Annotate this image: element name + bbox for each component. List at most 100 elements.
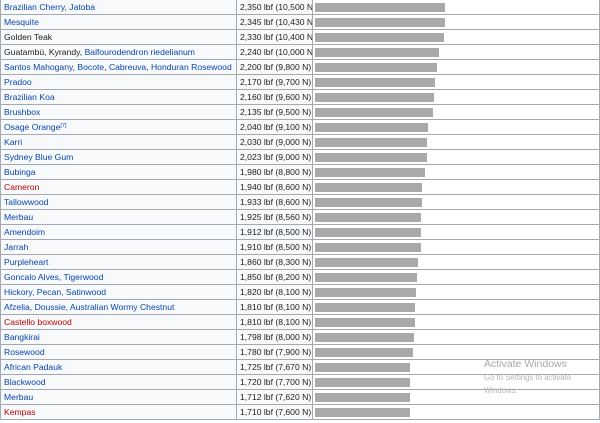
hardness-bar-cell [312, 104, 600, 120]
wood-name-link[interactable]: Afzelia, Doussie, Australian Wormy Chest… [4, 302, 174, 312]
hardness-bar-cell [312, 254, 600, 270]
wood-name-link[interactable]: Pradoo [4, 77, 32, 87]
wood-name-link[interactable]: Mesquite [4, 17, 39, 27]
hardness-bar-cell [312, 134, 600, 150]
hardness-bar-cell [312, 0, 600, 15]
wood-name-cell: Kempas [0, 404, 237, 420]
hardness-bar [315, 18, 445, 27]
hardness-value-cell: 2,330 lbf (10,400 N) [236, 29, 313, 45]
wood-name-link[interactable]: Jarrah [4, 242, 28, 252]
wood-name-cell: Merbau [0, 209, 237, 225]
wood-name-link[interactable]: Bubinga [4, 167, 36, 177]
wood-name-link[interactable]: Karri [4, 137, 22, 147]
hardness-value-cell: 1,780 lbf (7,900 N) [236, 344, 313, 360]
wood-name-cell: Osage Orange[7] [0, 119, 237, 135]
table-row: Santos Mahogany, Bocote, Cabreuva, Hondu… [0, 59, 600, 75]
hardness-bar [315, 93, 434, 102]
hardness-bar-cell [312, 239, 600, 255]
hardness-bar [315, 168, 425, 177]
wood-name-cell: Pradoo [0, 74, 237, 90]
hardness-value-cell: 1,980 lbf (8,800 N) [236, 164, 313, 180]
wood-name-link[interactable]: Castello boxwood [4, 317, 72, 327]
hardness-value-cell: 2,240 lbf (10,000 N) [236, 44, 313, 60]
hardness-bar-cell [312, 374, 600, 390]
wood-name-cell: Brazilian Cherry, Jatoba [0, 0, 237, 15]
wood-name-link[interactable]: Kempas [4, 407, 36, 417]
hardness-value-cell: 1,925 lbf (8,560 N) [236, 209, 313, 225]
wood-name-cell: Afzelia, Doussie, Australian Wormy Chest… [0, 299, 237, 315]
wood-name-text: Guatambú, Kyrandy, [4, 47, 85, 57]
table-row: Karri 2,030 lbf (9,000 N) [0, 134, 600, 150]
hardness-bar [315, 378, 410, 387]
hardness-value-cell: 2,040 lbf (9,100 N) [236, 119, 313, 135]
wood-name-link[interactable]: Cameron [4, 182, 39, 192]
hardness-bar [315, 138, 427, 147]
wood-name-cell: Blackwood [0, 374, 237, 390]
wood-name-cell: Mesquite [0, 14, 237, 30]
table-row: Afzelia, Doussie, Australian Wormy Chest… [0, 299, 600, 315]
hardness-bar-cell [312, 329, 600, 345]
wood-name-link[interactable]: Blackwood [4, 377, 46, 387]
table-row: Goncalo Alves, Tigerwood 1,850 lbf (8,200… [0, 269, 600, 285]
wood-name-link[interactable]: Osage Orange [4, 122, 60, 132]
wood-name-text: Golden Teak [4, 32, 53, 42]
wood-name-link[interactable]: Balfourodendron riedelianum [85, 47, 195, 57]
table-row: Brushbox 2,135 lbf (9,500 N) [0, 104, 600, 120]
hardness-value-cell: 2,350 lbf (10,500 N) [236, 0, 313, 15]
wood-name-cell: Golden Teak [0, 29, 237, 45]
hardness-value-cell: 1,860 lbf (8,300 N) [236, 254, 313, 270]
wood-name-link[interactable]: Amendoim [4, 227, 45, 237]
hardness-bar-cell [312, 284, 600, 300]
hardness-bar-cell [312, 179, 600, 195]
hardness-bar [315, 213, 421, 222]
wood-name-link[interactable]: Brazilian Koa [4, 92, 55, 102]
hardness-value-cell: 2,160 lbf (9,600 N) [236, 89, 313, 105]
table-row: Kempas 1,710 lbf (7,600 N) [0, 404, 600, 420]
hardness-bar [315, 273, 417, 282]
wood-name-link[interactable]: Goncalo Alves, Tigerwood [4, 272, 103, 282]
hardness-bar-cell [312, 209, 600, 225]
wood-name-cell: Goncalo Alves, Tigerwood [0, 269, 237, 285]
wood-name-cell: Purpleheart [0, 254, 237, 270]
hardness-bar-cell [312, 389, 600, 405]
wood-name-link[interactable]: Brushbox [4, 107, 40, 117]
wood-name-cell: Jarrah [0, 239, 237, 255]
hardness-bar-cell [312, 14, 600, 30]
hardness-bar [315, 33, 444, 42]
wood-name-cell: Brazilian Koa [0, 89, 237, 105]
hardness-value-cell: 2,200 lbf (9,800 N) [236, 59, 313, 75]
hardness-bar [315, 183, 422, 192]
table-row: Bangkirai 1,798 lbf (8,000 N) [0, 329, 600, 345]
wood-name-link[interactable]: Purpleheart [4, 257, 48, 267]
hardness-bar-cell [312, 224, 600, 240]
wood-name-link[interactable]: Hickory, Pecan, Satinwood [4, 287, 106, 297]
wood-name-cell: Rosewood [0, 344, 237, 360]
hardness-bar-cell [312, 314, 600, 330]
wood-name-link[interactable]: Merbau [4, 392, 33, 402]
wood-name-cell: Cameron [0, 179, 237, 195]
wood-name-cell: Hickory, Pecan, Satinwood [0, 284, 237, 300]
wood-name-link[interactable]: Tallowwood [4, 197, 48, 207]
wood-name-link[interactable]: Merbau [4, 212, 33, 222]
hardness-value-cell: 1,810 lbf (8,100 N) [236, 314, 313, 330]
wood-name-link[interactable]: Rosewood [4, 347, 45, 357]
wood-name-link[interactable]: Sydney Blue Gum [4, 152, 73, 162]
hardness-value-cell: 2,023 lbf (9,000 N) [236, 149, 313, 165]
wood-name-cell: Santos Mahogany, Bocote, Cabreuva, Hondu… [0, 59, 237, 75]
hardness-value-cell: 1,912 lbf (8,500 N) [236, 224, 313, 240]
hardness-bar [315, 243, 421, 252]
table-row: Purpleheart 1,860 lbf (8,300 N) [0, 254, 600, 270]
hardness-value-cell: 1,810 lbf (8,100 N) [236, 299, 313, 315]
wood-name-link[interactable]: Santos Mahogany, Bocote, Cabreuva, Hondu… [4, 62, 232, 72]
citation-link[interactable]: [7] [60, 123, 66, 129]
table-row: African Padauk 1,725 lbf (7,670 N) [0, 359, 600, 375]
hardness-bar-cell [312, 149, 600, 165]
hardness-value-cell: 1,725 lbf (7,670 N) [236, 359, 313, 375]
wood-name-link[interactable]: Bangkirai [4, 332, 40, 342]
hardness-value-cell: 2,170 lbf (9,700 N) [236, 74, 313, 90]
table-row: Mesquite 2,345 lbf (10,430 N) [0, 14, 600, 30]
wood-name-link[interactable]: African Padauk [4, 362, 62, 372]
table-row: Merbau 1,712 lbf (7,620 N) [0, 389, 600, 405]
wood-name-link[interactable]: Brazilian Cherry, Jatoba [4, 2, 95, 12]
table-row: Hickory, Pecan, Satinwood 1,820 lbf (8,10… [0, 284, 600, 300]
